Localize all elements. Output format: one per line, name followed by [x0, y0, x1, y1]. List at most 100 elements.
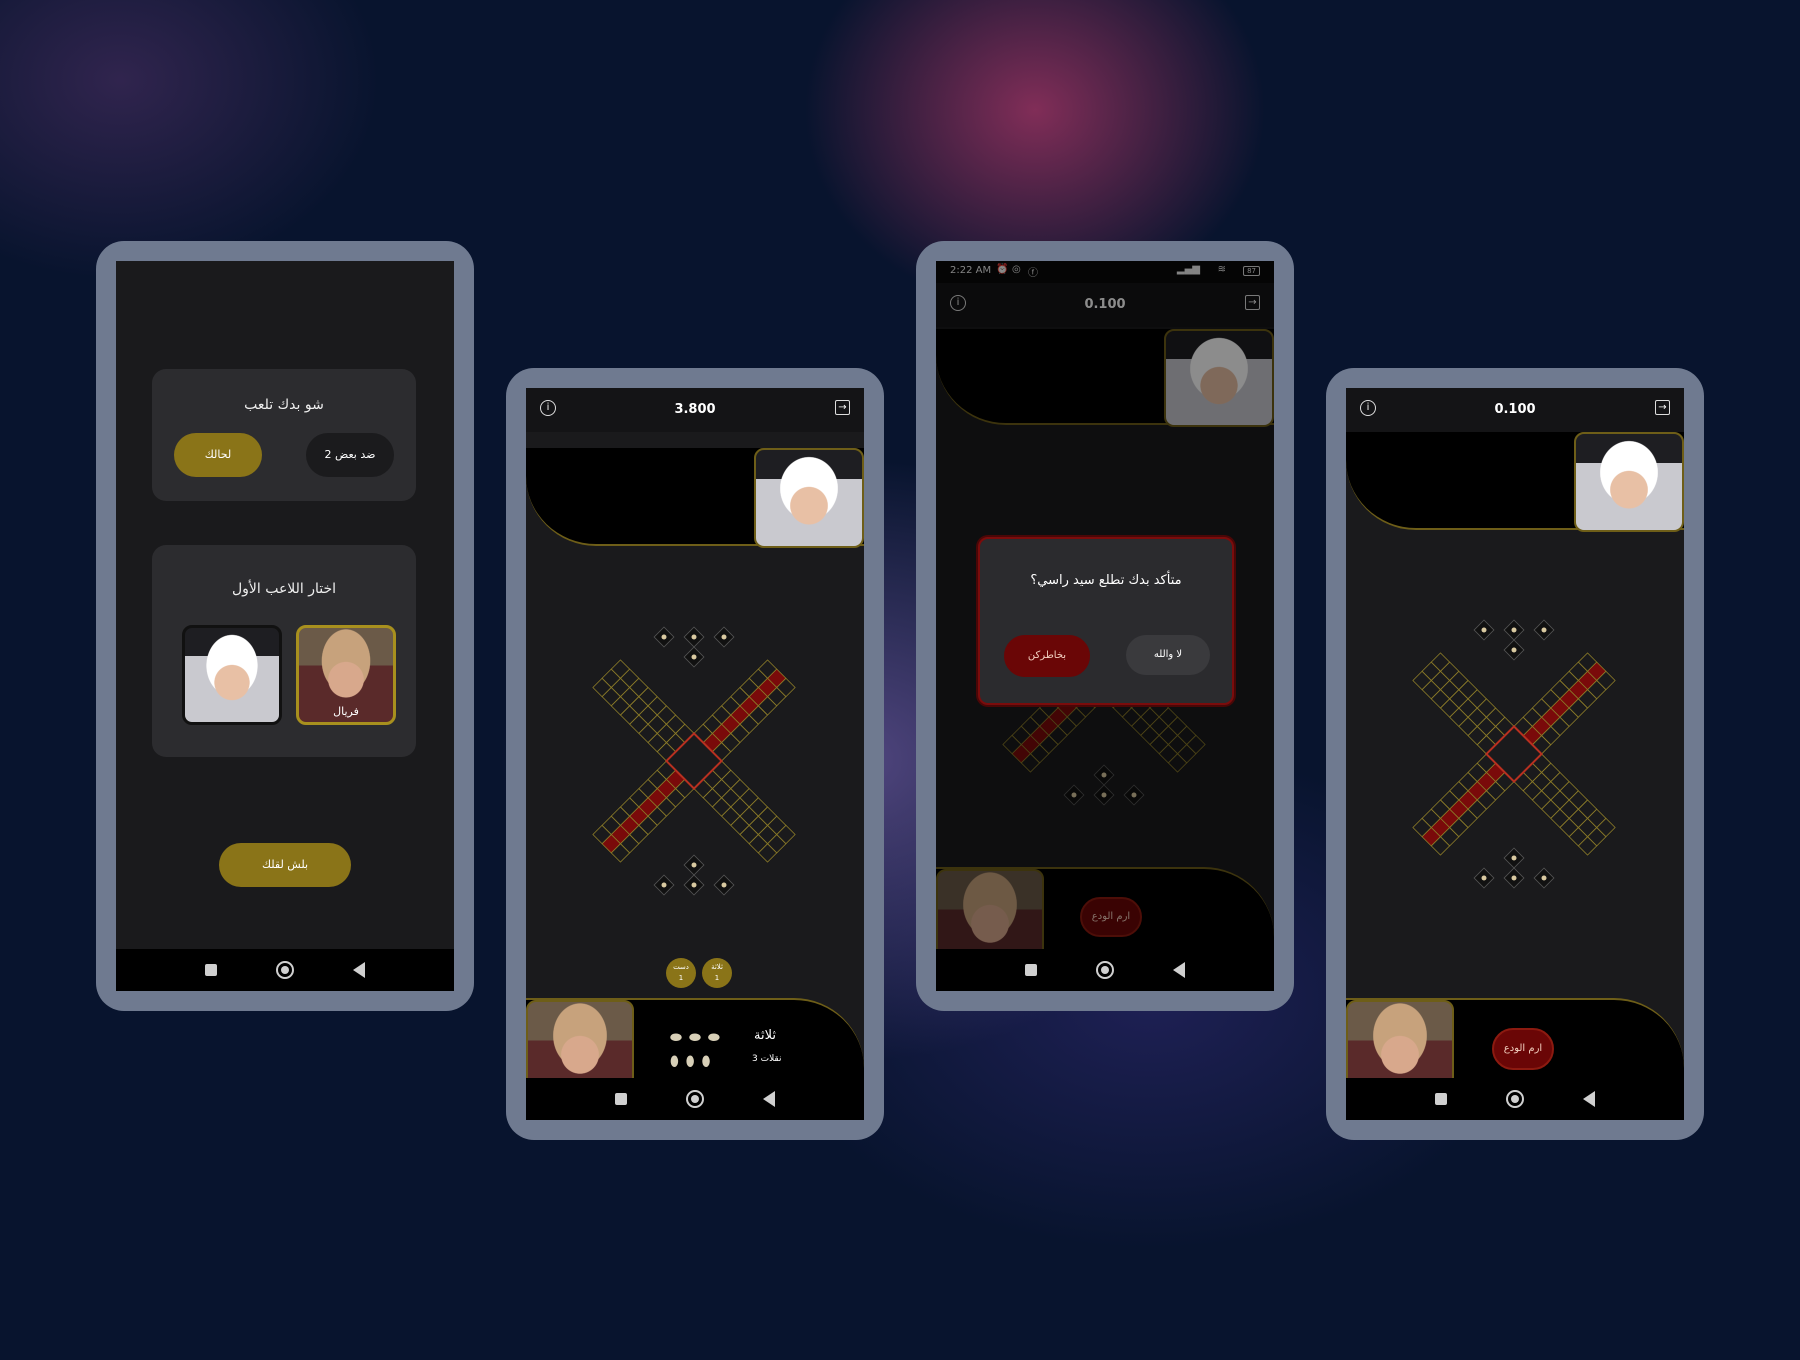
board-cell — [629, 696, 649, 716]
board-cell — [739, 806, 759, 826]
board-cell — [1476, 735, 1497, 755]
pawn-head — [1511, 855, 1517, 861]
game-board — [1412, 619, 1616, 889]
board-cell — [693, 778, 713, 799]
opponent-avatar — [754, 448, 864, 548]
badge-right-count: 1 — [714, 974, 720, 982]
board-cell — [766, 833, 787, 854]
cancel-exit-button[interactable]: لا والله — [1126, 635, 1210, 675]
board-cell — [721, 788, 741, 808]
board-cell — [1449, 670, 1469, 691]
board-cell — [1439, 698, 1460, 718]
back-nav-icon[interactable] — [762, 1091, 775, 1107]
board-cell — [1596, 817, 1616, 838]
pawn-head — [1541, 875, 1547, 881]
exit-icon[interactable]: → — [1655, 400, 1670, 415]
phone-board-a: i 3.800 → دست 1 ثلاثة 1 ⬬⬬⬬ ⬮⬮⬮ ثلاثة 3 … — [506, 368, 884, 1140]
badge-left-count: 1 — [678, 974, 684, 982]
board-cell — [675, 723, 695, 744]
start-button[interactable]: بلش لقلك — [219, 843, 351, 887]
mode-title: شو بدك تلعب — [244, 397, 324, 413]
board-cell — [601, 668, 622, 689]
exit-icon[interactable]: → — [835, 400, 850, 415]
board-cell — [647, 696, 667, 716]
player-name-label: فريال — [333, 705, 359, 718]
board-cell — [1577, 817, 1598, 838]
board-cell — [721, 769, 741, 790]
board-cell — [1412, 670, 1432, 691]
board-screen-b: i 0.100 → ارم الودع — [1346, 388, 1684, 1120]
board-cell — [1467, 725, 1487, 746]
board-cell — [1430, 652, 1451, 672]
opponent-panel — [1346, 432, 1684, 532]
square-nav-icon[interactable] — [615, 1093, 628, 1105]
board-cell — [1449, 707, 1469, 727]
home-nav-icon[interactable] — [685, 1090, 704, 1108]
board-cell — [1467, 689, 1487, 709]
cowrie-shells: ⬬⬬⬬ ⬮⬮⬮ — [670, 1026, 730, 1074]
board-cell — [739, 824, 759, 845]
board-cell — [1559, 781, 1579, 801]
home-nav-icon[interactable] — [1505, 1090, 1524, 1108]
board-cell — [776, 824, 796, 845]
square-nav-icon[interactable] — [1025, 964, 1038, 976]
player-avatar-hijab[interactable] — [182, 625, 282, 725]
board-cell — [1522, 762, 1543, 783]
board-cell — [1458, 679, 1478, 700]
first-player-card: اختار اللاعب الأول فريال — [152, 545, 416, 757]
solo-button[interactable]: لحالك — [174, 433, 262, 477]
board-cell — [601, 686, 622, 707]
home-nav-icon[interactable] — [1095, 961, 1114, 979]
board-cell — [1550, 790, 1570, 810]
throw-result: ثلاثة — [754, 1028, 776, 1043]
board-cell — [1541, 762, 1561, 783]
board-cell — [1449, 689, 1469, 709]
back-nav-icon[interactable] — [1582, 1091, 1595, 1107]
board-cell — [1559, 799, 1579, 819]
board-cell — [1476, 698, 1497, 718]
score-display: 3.800 — [674, 402, 716, 417]
phone-board-b: i 0.100 → ارم الودع — [1326, 368, 1704, 1140]
board-cell — [638, 686, 658, 707]
board-cell — [730, 815, 750, 836]
board-cell — [1495, 716, 1515, 737]
square-nav-icon[interactable] — [205, 964, 218, 976]
badge-right-title: ثلاثة — [711, 963, 723, 971]
badge-left: دست 1 — [666, 958, 696, 988]
board-cell — [1476, 716, 1497, 737]
board-cell — [730, 797, 750, 817]
board-cell — [766, 815, 787, 836]
moves-count: 3 نقلات — [752, 1054, 782, 1064]
board-cell — [1467, 707, 1487, 727]
badge-right: ثلاثة 1 — [702, 958, 732, 988]
board-cell — [592, 677, 612, 698]
board-cell — [1421, 661, 1442, 682]
throw-button[interactable]: ارم الودع — [1492, 1028, 1554, 1070]
pawn-head — [1541, 627, 1547, 633]
board-cell — [1577, 799, 1598, 819]
board-cell — [1577, 836, 1598, 856]
board-cell — [1522, 781, 1543, 801]
setup-screen: شو بدك تلعب لحالك 2 ضد بعض اختار اللاعب … — [116, 261, 454, 991]
player-avatar-feryal[interactable]: فريال — [296, 625, 396, 725]
android-navbar — [1346, 1078, 1684, 1120]
versus-button[interactable]: 2 ضد بعض — [306, 433, 394, 477]
back-nav-icon[interactable] — [352, 962, 365, 978]
board-cell — [656, 742, 677, 762]
pawn-head — [691, 882, 697, 888]
board-cell — [702, 788, 723, 808]
board-cell — [748, 833, 769, 854]
cowrie-shell-icon: ⬮⬮⬮ — [670, 1054, 718, 1070]
mode-card: شو بدك تلعب لحالك 2 ضد بعض — [152, 369, 416, 501]
board-cell — [1430, 689, 1451, 709]
board-cell — [619, 705, 640, 725]
back-nav-icon[interactable] — [1172, 962, 1185, 978]
pawn-head — [691, 654, 697, 660]
board-cell — [1421, 679, 1442, 700]
board-cell — [619, 686, 640, 707]
square-nav-icon[interactable] — [1435, 1093, 1448, 1105]
pawn-head — [721, 882, 727, 888]
home-nav-icon[interactable] — [275, 961, 294, 979]
board-cell — [721, 806, 741, 826]
confirm-exit-button[interactable]: بخاطركن — [1004, 635, 1090, 677]
